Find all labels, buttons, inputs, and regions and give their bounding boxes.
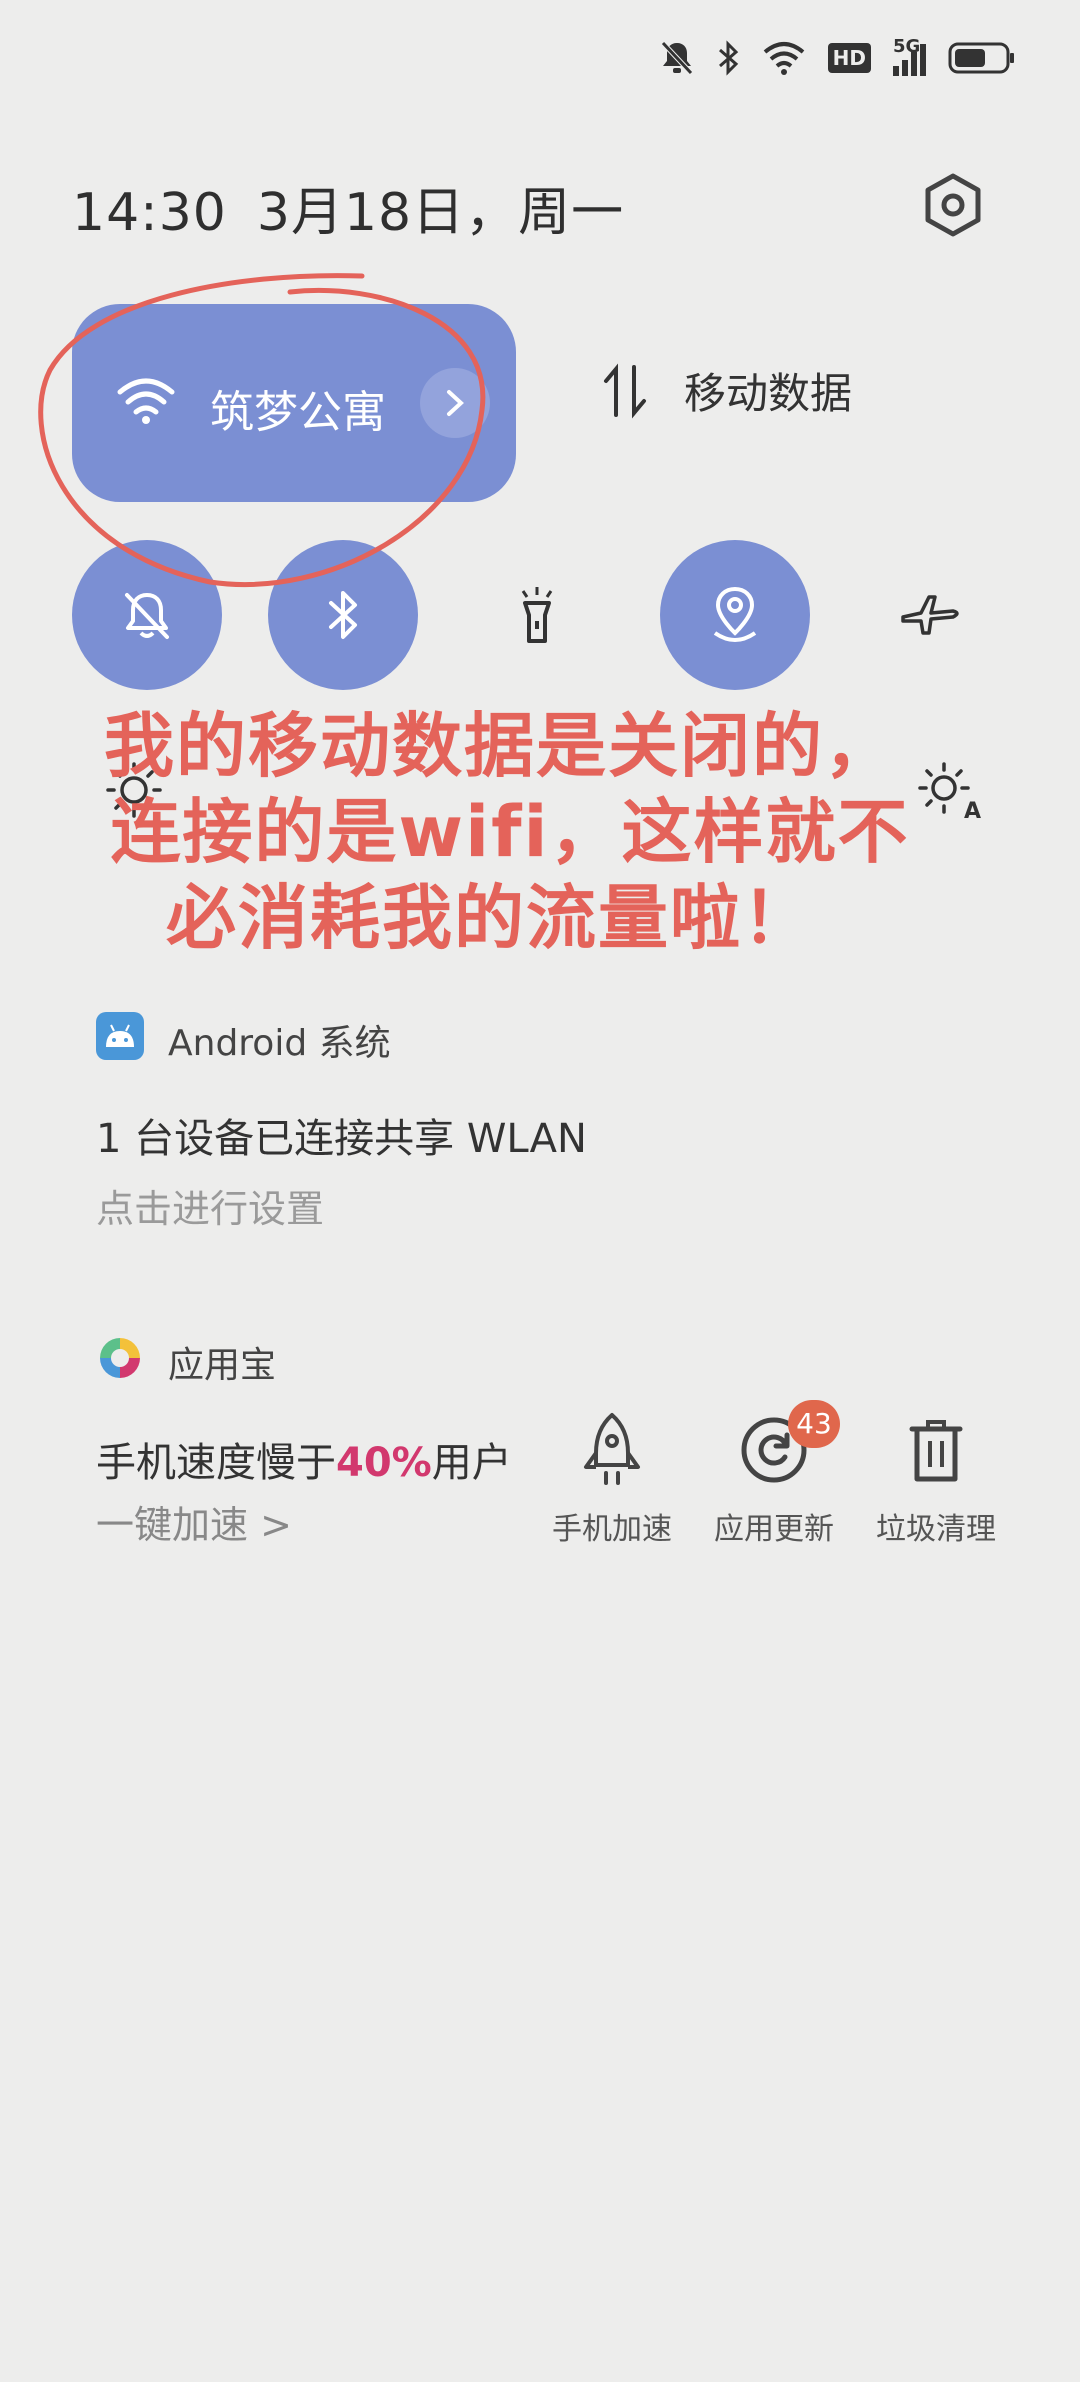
airplane-mode-toggle-button[interactable] [856,540,1006,690]
annotation-circle [38,273,486,588]
data-arrows-icon [604,362,646,419]
location-icon [713,586,757,642]
yingyongbao-app-icon [100,1338,140,1378]
notification-subtitle[interactable]: 点击进行设置 [96,1178,324,1233]
notification-title[interactable]: 1 台设备已连接共享 WLAN [96,1106,587,1164]
android-robot-icon [106,1024,134,1047]
time-text: 14:30 [72,183,227,243]
action-label: 垃圾清理 [876,1512,996,1547]
rocket-icon [584,1413,640,1485]
5g-signal-icon: 5G [893,36,926,76]
phone-speedup-action[interactable]: 手机加速 [542,1410,682,1548]
one-key-speedup-link[interactable]: 一键加速 > [96,1494,292,1549]
notification-app-name: 应用宝 [168,1345,277,1386]
airplane-icon [901,595,959,635]
speed-message-post: 用户 [431,1440,512,1486]
speed-percent-highlight: 40% [336,1440,432,1486]
date-text: 3月18日，周一 [256,183,625,243]
battery-icon [948,42,1014,74]
action-label: 应用更新 [714,1512,834,1547]
mobile-data-label: 移动数据 [684,369,853,418]
settings-gear-icon[interactable] [920,172,986,238]
speed-message[interactable]: 手机速度慢于40%用户 [96,1430,512,1488]
notification-app-name: Android 系统 [168,1023,391,1064]
app-update-action[interactable]: 43 应用更新 [704,1400,844,1548]
status-bar: HD 5G [660,36,1016,76]
wifi-icon [763,42,804,75]
android-app-icon [96,1012,144,1060]
hd-icon: HD [827,43,871,73]
bluetooth-icon [718,40,738,76]
speed-message-pre: 手机速度慢于 [96,1440,336,1486]
5g-label: 5G [893,36,921,57]
annotation-text-line-3: 必消耗我的流量啦！ [166,877,814,959]
clock-date-row: 14:30 3月18日，周一 [72,170,654,245]
location-toggle-button[interactable] [660,540,810,690]
update-count-badge: 43 [788,1400,840,1448]
action-label: 手机加速 [552,1512,672,1547]
mobile-data-tile[interactable]: 移动数据 [600,360,852,421]
trash-icon [909,1420,963,1482]
flashlight-icon [521,587,553,643]
junk-clean-action[interactable]: 垃圾清理 [866,1410,1006,1548]
mute-icon [660,41,693,75]
